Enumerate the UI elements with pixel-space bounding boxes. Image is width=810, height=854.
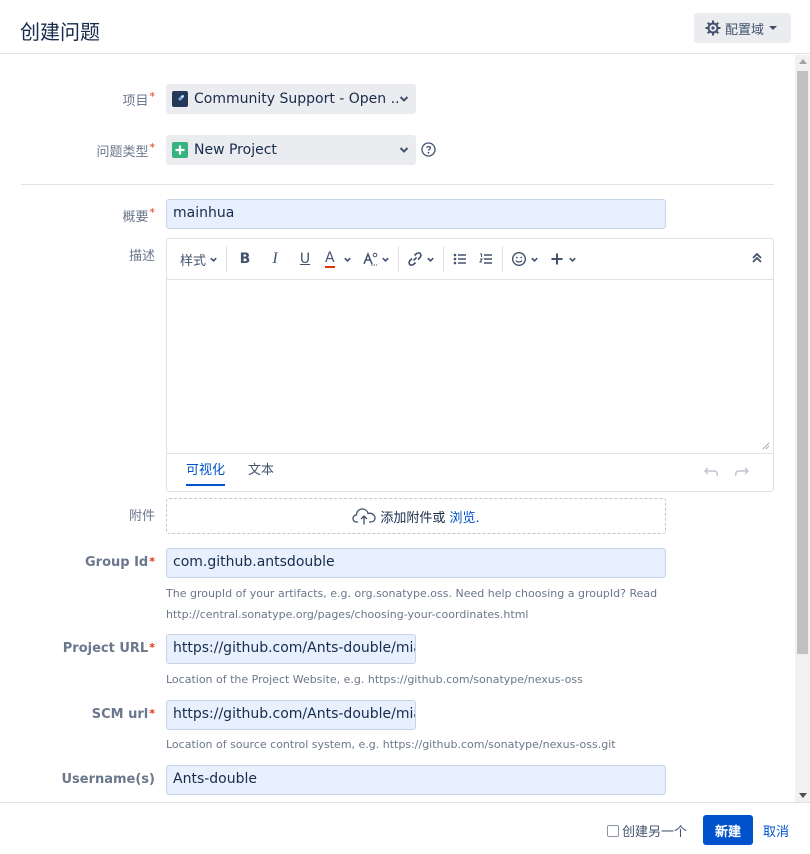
bullet-list-icon <box>453 253 466 265</box>
project-url-label: Project URL* <box>62 641 155 656</box>
project-select[interactable]: Community Support - Open ... <box>166 84 416 114</box>
numbered-list-button[interactable] <box>473 244 499 274</box>
toolbar-separator <box>226 246 228 272</box>
usernames-label: Username(s) <box>61 772 155 787</box>
description-textarea[interactable] <box>167 281 773 453</box>
summary-label: 概要* <box>122 206 155 225</box>
project-url-help: Location of the Project Website, e.g. ht… <box>166 673 583 686</box>
editor-mode-tabs: 可视化 文本 <box>167 453 773 491</box>
scm-url-label: SCM url* <box>91 707 155 722</box>
attachment-label: 附件 <box>128 509 155 524</box>
collapse-toolbar-icon[interactable] <box>751 251 763 265</box>
caret-down-icon <box>769 26 778 30</box>
emoji-button[interactable] <box>506 244 544 274</box>
italic-button[interactable]: I <box>260 244 290 274</box>
dialog-content: 项目* Community Support - Open ... 问题类型* N… <box>0 55 795 802</box>
insert-more-button[interactable] <box>544 244 582 274</box>
chevron-down-icon <box>568 257 576 262</box>
project-avatar-icon <box>172 91 188 107</box>
editor-toolbar: 样式 B I U A <box>167 239 773 280</box>
chevron-down-icon <box>530 257 538 262</box>
bullet-list-button[interactable] <box>447 244 473 274</box>
create-another-label: 创建另一个 <box>622 825 688 840</box>
browse-link[interactable]: 浏览. <box>449 507 479 526</box>
group-id-help: The groupId of your artifacts, e.g. org.… <box>166 587 658 621</box>
chevron-down-icon <box>426 257 434 262</box>
gear-icon <box>705 20 721 36</box>
issue-type-label: 问题类型* <box>96 141 155 160</box>
description-editor: 样式 B I U A 可视化 文本 <box>166 238 774 492</box>
link-icon <box>407 252 422 266</box>
dialog-title: 创建问题 <box>20 20 100 44</box>
project-label: 项目* <box>122 90 155 109</box>
bold-button[interactable]: B <box>230 244 260 274</box>
group-id-input[interactable]: com.github.antsdouble <box>166 548 666 578</box>
cancel-link[interactable]: 取消 <box>763 821 789 840</box>
redo-icon[interactable] <box>733 466 749 478</box>
dialog-footer: 创建另一个 新建 取消 <box>0 802 810 854</box>
usernames-input[interactable]: Ants-double <box>166 765 666 795</box>
scroll-down-arrow-icon[interactable] <box>799 793 807 798</box>
text-color-button[interactable]: A <box>320 244 357 274</box>
toolbar-separator <box>501 246 503 272</box>
section-divider <box>21 184 774 185</box>
attachment-dropzone[interactable]: 添加附件或 浏览. <box>166 498 666 534</box>
project-value: Community Support - Open ... <box>194 91 398 107</box>
cloud-upload-icon <box>352 508 377 525</box>
scrollbar-thumb[interactable] <box>797 71 808 654</box>
toolbar-separator <box>397 246 399 272</box>
tab-visual[interactable]: 可视化 <box>186 459 226 486</box>
create-issue-dialog: 创建问题 配置域 项目* Community Support - Open ..… <box>0 0 810 854</box>
project-url-input[interactable]: https://github.com/Ants-double/mianh <box>166 634 416 664</box>
create-another-option[interactable]: 创建另一个 <box>607 821 687 840</box>
attachment-drop-text: 添加附件或 <box>380 510 446 526</box>
numbered-list-icon <box>478 253 492 264</box>
insert-link-button[interactable] <box>402 244 440 274</box>
create-button[interactable]: 新建 <box>703 815 753 845</box>
summary-input[interactable]: mainhua <box>166 199 666 229</box>
chevron-down-icon <box>399 147 409 153</box>
emoji-icon <box>511 251 526 267</box>
create-another-checkbox[interactable] <box>607 824 619 837</box>
text-effects-icon <box>362 251 377 266</box>
configure-fields-button[interactable]: 配置域 <box>694 13 791 43</box>
dialog-header: 创建问题 配置域 <box>0 0 810 54</box>
undo-icon[interactable] <box>704 466 720 478</box>
scm-url-help: Location of source control system, e.g. … <box>166 738 616 751</box>
tab-text[interactable]: 文本 <box>248 459 274 484</box>
resize-handle-icon[interactable] <box>761 441 770 450</box>
underline-button[interactable]: U <box>290 244 320 274</box>
chevron-down-icon <box>343 257 351 262</box>
text-style-dropdown[interactable]: 样式 <box>175 244 223 274</box>
chevron-down-icon <box>399 96 409 102</box>
vertical-scrollbar[interactable] <box>795 55 810 802</box>
scroll-up-arrow-icon[interactable] <box>799 59 807 64</box>
issue-type-value: New Project <box>194 142 277 158</box>
plus-icon <box>551 253 563 265</box>
help-icon[interactable] <box>421 142 436 157</box>
chevron-down-icon <box>210 257 217 262</box>
description-label: 描述 <box>128 249 155 264</box>
issue-type-select[interactable]: New Project <box>166 135 416 165</box>
chevron-down-icon <box>381 257 389 262</box>
toolbar-separator <box>442 246 444 272</box>
scm-url-input[interactable]: https://github.com/Ants-double/mianh <box>166 700 416 730</box>
configure-fields-label: 配置域 <box>725 22 765 38</box>
group-id-label: Group Id* <box>84 555 155 570</box>
new-project-type-icon <box>172 142 188 158</box>
more-formatting-button[interactable] <box>357 244 395 274</box>
